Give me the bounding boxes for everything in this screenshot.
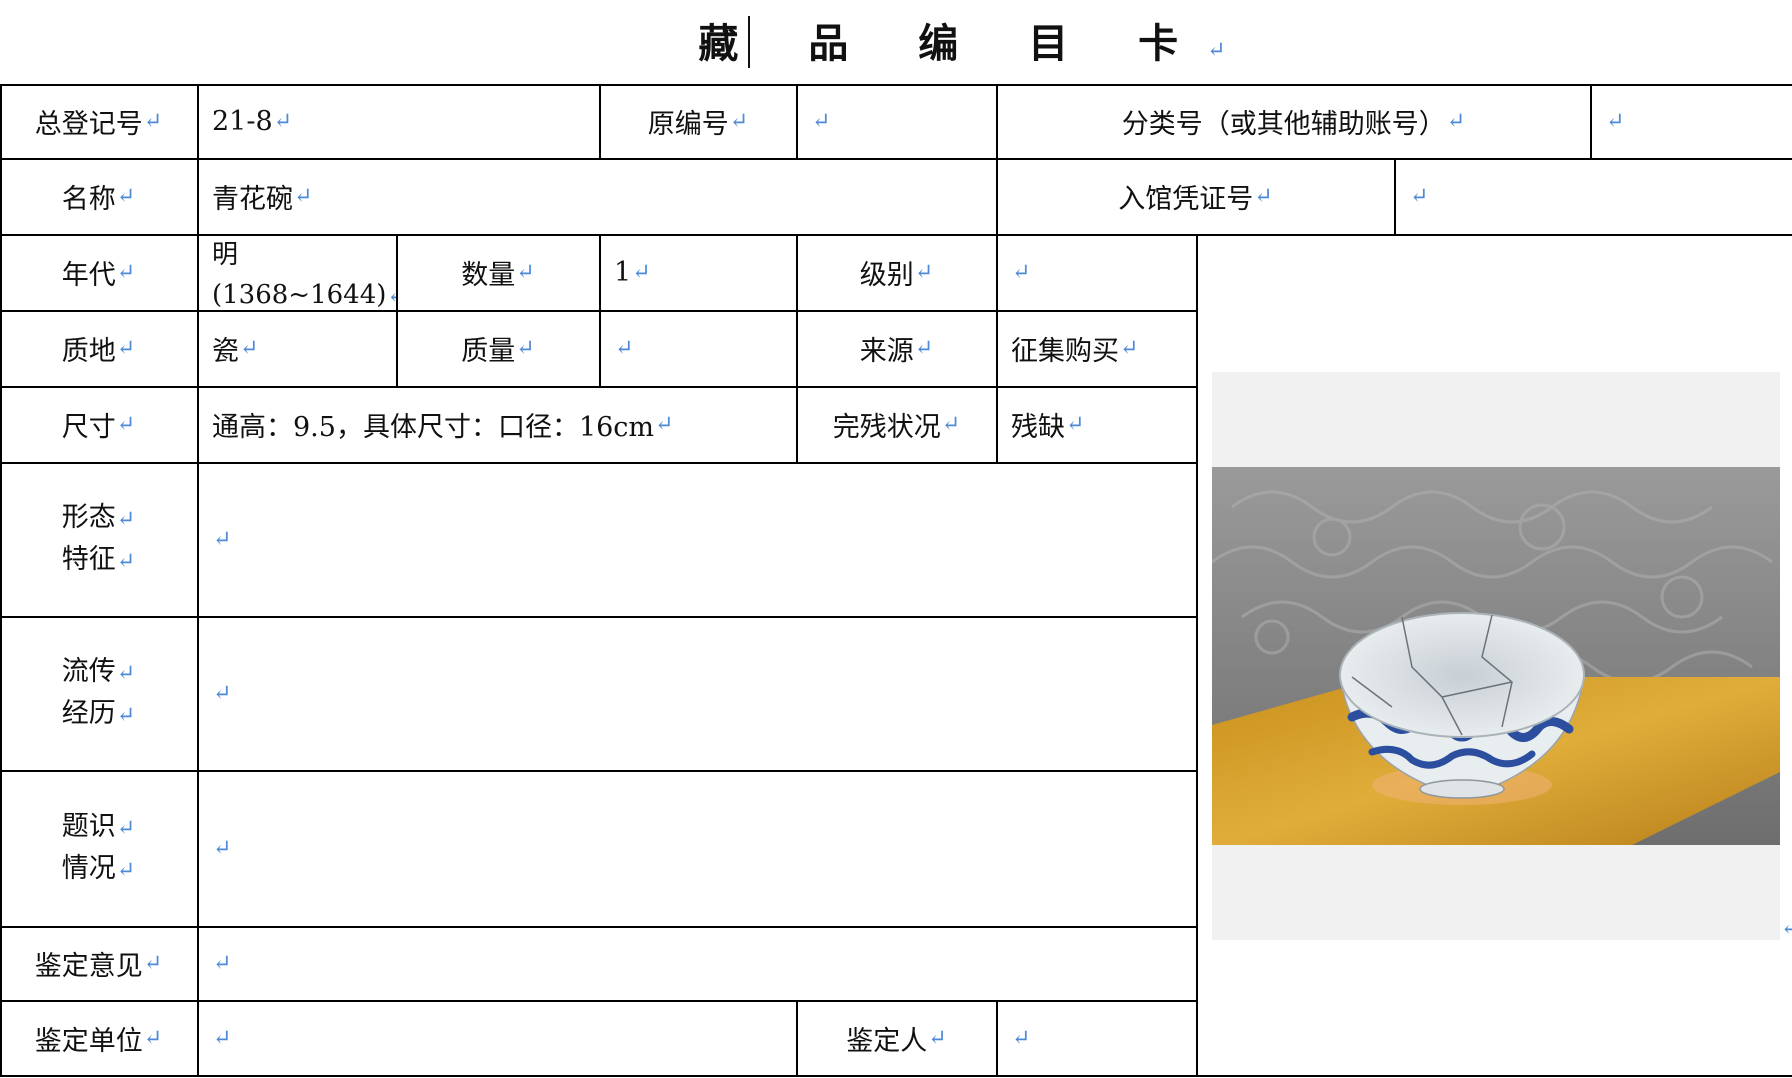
paragraph-mark-icon: ↵ <box>116 857 136 883</box>
material-value[interactable]: 瓷 ↵ <box>198 311 396 386</box>
paragraph-mark-icon: ↵ <box>116 260 136 285</box>
appraiser-value[interactable]: ↵ <box>997 1001 1196 1075</box>
paragraph-mark-icon: ↵ <box>1446 109 1466 134</box>
appraisal-opinion-label: 鉴定意见 ↵ <box>34 951 163 982</box>
form-features-value[interactable]: ↵ <box>198 463 1196 616</box>
total-registration-value[interactable]: 21-8 ↵ <box>198 85 599 158</box>
era-label: 年代 ↵ <box>61 260 136 291</box>
form-features-label: 形态↵ 特征↵ <box>61 501 136 575</box>
paragraph-mark-icon: ↵ <box>213 1025 232 1051</box>
source-label: 来源 ↵ <box>859 336 934 367</box>
paragraph-mark-icon: ↵ <box>516 260 535 285</box>
appraiser-label: 鉴定人 ↵ <box>846 1025 947 1057</box>
paragraph-mark-icon: ↵ <box>914 336 934 361</box>
paragraph-mark-icon: ↵ <box>914 260 934 285</box>
paragraph-mark-icon: ↵ <box>213 527 232 552</box>
original-number-value[interactable]: ↵ <box>797 85 996 158</box>
material-label: 质地 ↵ <box>61 336 136 367</box>
weight-value[interactable]: ↵ <box>600 311 796 386</box>
total-registration-label: 总登记号 ↵ <box>34 109 163 140</box>
table-border <box>1196 234 1198 1076</box>
paragraph-mark-icon: ↵ <box>213 836 232 861</box>
name-value[interactable]: 青花碗 ↵ <box>198 159 996 234</box>
title-text: 藏 品 编 目 卡 <box>698 20 1207 67</box>
original-number-label: 原编号 ↵ <box>647 109 749 140</box>
paragraph-mark-icon: ↵ <box>240 336 259 361</box>
paragraph-mark-icon: ↵ <box>273 109 293 134</box>
paragraph-mark-icon: ↵ <box>615 336 634 361</box>
size-label: 尺寸 ↵ <box>61 412 136 443</box>
history-label: 流传↵ 经历↵ <box>61 655 136 729</box>
paragraph-mark-icon: ↵ <box>294 184 313 209</box>
artifact-photo <box>1212 467 1780 845</box>
name-label: 名称 ↵ <box>61 184 136 215</box>
paragraph-mark-icon: ↵ <box>1781 916 1792 941</box>
grade-label: 级别 ↵ <box>859 260 934 291</box>
size-value[interactable]: 通高：9.5，具体尺寸：口径：16cm ↵ <box>198 387 796 462</box>
paragraph-mark-icon: ↵ <box>1066 412 1085 437</box>
quantity-label: 数量 ↵ <box>461 260 535 291</box>
paragraph-mark-icon: ↵ <box>928 1025 947 1051</box>
bowl-foot <box>1419 779 1505 799</box>
grade-value[interactable]: ↵ <box>997 235 1196 310</box>
paragraph-mark-icon: ↵ <box>143 109 163 134</box>
paragraph-mark-icon: ↵ <box>655 412 674 437</box>
paragraph-mark-icon: ↵ <box>941 412 961 437</box>
paragraph-mark-icon: ↵ <box>1120 336 1139 361</box>
condition-value[interactable]: 残缺 ↵ <box>997 387 1196 462</box>
paragraph-mark-icon: ↵ <box>116 184 136 209</box>
paragraph-mark-icon: ↵ <box>729 109 749 134</box>
appraisal-opinion-value[interactable]: ↵ <box>198 927 1196 1000</box>
inscription-label: 题识↵ 情况↵ <box>61 810 136 884</box>
paragraph-mark-icon: ↵ <box>1012 1025 1031 1051</box>
artifact-photo-frame[interactable] <box>1212 372 1780 940</box>
paragraph-mark-icon: ↵ <box>116 702 136 728</box>
paragraph-mark-icon: ↵ <box>1207 38 1226 63</box>
paragraph-mark-icon: ↵ <box>1606 109 1625 134</box>
paragraph-mark-icon: ↵ <box>116 660 136 686</box>
paragraph-mark-icon: ↵ <box>143 1025 163 1051</box>
era-value[interactable]: 明 (1368~1644)↵ <box>198 235 396 310</box>
appraisal-unit-label: 鉴定单位 ↵ <box>34 1025 163 1057</box>
paragraph-mark-icon: ↵ <box>1410 184 1429 209</box>
quantity-value[interactable]: 1 ↵ <box>600 235 796 310</box>
paragraph-mark-icon: ↵ <box>1012 260 1031 285</box>
classification-number-label: 分类号（或其他辅助账号） ↵ <box>1121 109 1466 140</box>
paragraph-mark-icon: ↵ <box>116 815 136 841</box>
paragraph-mark-icon: ↵ <box>116 548 136 574</box>
paragraph-mark-icon: ↵ <box>387 284 396 309</box>
paragraph-mark-icon: ↵ <box>143 951 163 976</box>
entry-voucher-value[interactable]: ↵ <box>1395 159 1792 234</box>
paragraph-mark-icon: ↵ <box>812 109 831 134</box>
paragraph-mark-icon: ↵ <box>116 412 136 437</box>
page-title: 藏 品 编 目 卡↵ <box>0 14 1792 74</box>
paragraph-mark-icon: ↵ <box>213 951 232 976</box>
appraisal-unit-value[interactable]: ↵ <box>198 1001 796 1075</box>
paragraph-mark-icon: ↵ <box>116 506 136 532</box>
inscription-value[interactable]: ↵ <box>198 771 1196 926</box>
condition-label: 完残状况 ↵ <box>832 412 961 443</box>
paragraph-mark-icon: ↵ <box>1254 184 1273 209</box>
source-value[interactable]: 征集购买 ↵ <box>997 311 1196 386</box>
paragraph-mark-icon: ↵ <box>116 336 136 361</box>
weight-label: 质量 ↵ <box>461 336 535 367</box>
history-value[interactable]: ↵ <box>198 617 1196 770</box>
bowl-interior <box>1339 612 1585 738</box>
table-border <box>0 1075 1792 1077</box>
paragraph-mark-icon: ↵ <box>213 681 232 706</box>
paragraph-mark-icon: ↵ <box>632 260 651 285</box>
bowl-photo-illustration <box>1212 467 1780 845</box>
entry-voucher-label: 入馆凭证号 ↵ <box>1118 184 1273 215</box>
classification-number-value[interactable]: ↵ <box>1591 85 1792 158</box>
paragraph-mark-icon: ↵ <box>516 336 535 361</box>
